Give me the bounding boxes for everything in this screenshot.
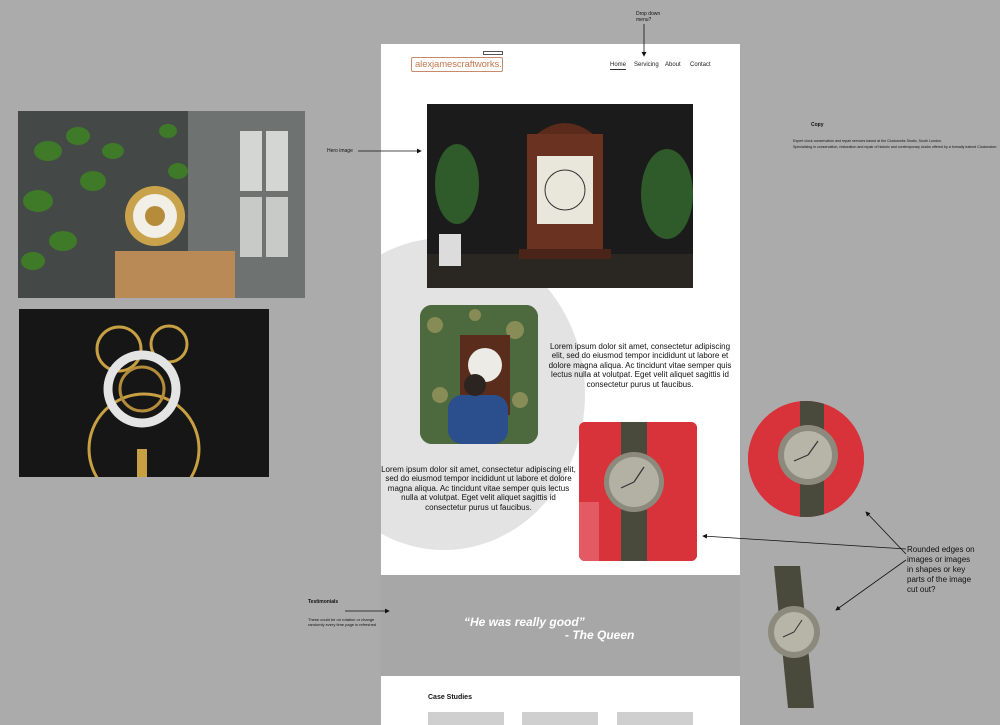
- annotation-arrows: [345, 24, 907, 614]
